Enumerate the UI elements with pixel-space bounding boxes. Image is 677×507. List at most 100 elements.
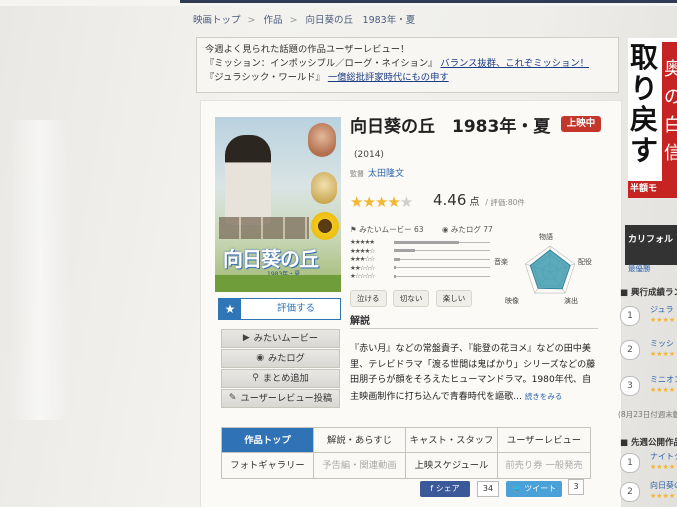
want-count[interactable]: ⚑ みたいムービー 63 <box>350 225 432 234</box>
ranking-item[interactable]: 2 ミッシ イショ ★★★★ <box>620 334 677 364</box>
distribution-bar-fill <box>394 274 396 278</box>
poster-figure-girl <box>225 135 271 225</box>
breadcrumb-movies-top[interactable]: 映画トップ <box>193 15 241 26</box>
tag-crying[interactable]: 泣ける <box>350 290 387 307</box>
sidebar-ad-banner[interactable]: 取り戻す 奥の白信 半額モ <box>628 38 677 198</box>
watched-log-button[interactable]: ◉ みたログ <box>221 349 340 368</box>
radar-label-music: 音楽 <box>494 258 508 266</box>
ranking-item[interactable]: 1 ジュラ ★★★★ <box>620 300 677 330</box>
distribution-row: ★★☆☆☆ <box>350 264 490 273</box>
rate-button[interactable]: ★ 評価する <box>218 298 341 320</box>
breadcrumb-works[interactable]: 作品 <box>264 15 283 26</box>
distribution-row: ★★★★★ <box>350 238 490 247</box>
tag-fun[interactable]: 楽しい <box>435 290 473 307</box>
watched-log-label: みたログ <box>268 353 305 364</box>
ad-headline: 取り戻す <box>630 41 659 167</box>
mood-tags: 泣ける 切ない 楽しい <box>350 290 476 307</box>
notice-title-2: 『ジュラシック・ワールド』 <box>205 72 325 83</box>
distribution-bar-track <box>394 266 490 270</box>
distribution-stars: ★★☆☆☆ <box>350 263 375 272</box>
radar-label-story: 物語 <box>539 233 553 241</box>
ranking-title: ミニオン <box>650 375 677 384</box>
pencil-icon: ✎ <box>228 393 237 403</box>
director-label: 監督 <box>350 170 364 178</box>
distribution-stars: ★★★★☆ <box>350 246 375 255</box>
ranking-item[interactable]: 3 ミニオン ★★★★ <box>620 370 677 400</box>
want-to-watch-label: みたいムービー <box>253 333 319 344</box>
facebook-share-label: シェア <box>435 484 460 493</box>
movie-poster[interactable]: 向日葵の丘 1983年・夏 <box>215 117 341 292</box>
status-badge: 上映中 <box>561 116 601 132</box>
ad-band: 半額モ <box>628 181 677 198</box>
sidebar-ad-secondary[interactable]: カリフォル <box>625 225 677 265</box>
breadcrumb: 映画トップ > 作品 > 向日葵の丘 1983年・夏 <box>193 15 416 26</box>
activity-counts: ⚑ みたいムービー 63 ◉ みたログ 77 <box>350 224 509 235</box>
director-link[interactable]: 太田隆文 <box>368 169 404 179</box>
preview-stars: ★★★★ <box>650 463 676 471</box>
poster-ribbon <box>215 275 341 292</box>
tab-trailers[interactable]: 予告編・関連動画 <box>314 453 406 478</box>
notice-heading: 今週よく見られた話題の作品ユーザーレビュー！ <box>205 44 410 55</box>
add-to-collection-button[interactable]: ⚲ まとめ追加 <box>221 369 340 388</box>
box-office-ranking-heading: ■ 興行成績ラン <box>620 286 677 298</box>
ranking-stars: ★★★★ <box>650 386 676 394</box>
top-nav-bar <box>0 0 677 6</box>
tab-synopsis[interactable]: 解説・あらすじ <box>314 428 406 453</box>
distribution-row: ★★★★☆ <box>350 247 490 256</box>
preview-number: 2 <box>620 482 640 502</box>
movie-title-text: 向日葵の丘 1983年・夏 <box>350 117 551 137</box>
notice-review-link-2[interactable]: 一億総批評家時代にもの申す <box>328 72 449 83</box>
tag-sad[interactable]: 切ない <box>392 290 430 307</box>
breadcrumb-current: 向日葵の丘 1983年・夏 <box>305 15 416 26</box>
facebook-share-count: 34 <box>477 481 499 497</box>
distribution-bar-track <box>394 274 490 278</box>
rating-value: 4.46 <box>433 191 467 209</box>
distribution-stars: ★☆☆☆☆ <box>350 272 375 281</box>
tab-schedule[interactable]: 上映スケジュール <box>406 453 498 478</box>
distribution-bar-track <box>394 257 490 261</box>
twitter-bird-icon: 🐦 <box>511 484 522 493</box>
distribution-stars: ★★★★★ <box>350 238 375 247</box>
tab-movie-top[interactable]: 作品トップ <box>222 428 314 453</box>
tab-user-reviews[interactable]: ユーザーレビュー <box>498 428 590 453</box>
radar-label-cast: 配役 <box>578 258 592 266</box>
distribution-bar-fill <box>394 240 460 244</box>
eye-icon: ◉ <box>256 353 265 363</box>
rating-distribution: ★★★★★ ★★★★☆ ★★★☆☆ ★★☆☆☆ ★☆☆☆☆ <box>350 238 490 281</box>
tab-cast-staff[interactable]: キャスト・スタッフ <box>406 428 498 453</box>
browser-viewport: 映画トップ > 作品 > 向日葵の丘 1983年・夏 今週よく見られた話題の作品ユー… <box>0 0 677 507</box>
preview-item[interactable]: 2 向日葵の丘 ★★★★ <box>620 476 677 506</box>
ranking-number: 1 <box>620 306 640 326</box>
star-icon: ★ <box>219 299 241 319</box>
poster-figure-woman-2 <box>311 172 337 204</box>
rating-count: / 評価:80件 <box>485 198 525 207</box>
tab-advance-tickets[interactable]: 前売り券 一般発売 <box>498 453 590 478</box>
post-review-button[interactable]: ✎ ユーザーレビュー投稿 <box>221 389 340 408</box>
director-line: 監督 太田隆文 <box>350 166 404 179</box>
want-to-watch-button[interactable]: ▶ みたいムービー <box>221 329 340 348</box>
twitter-tweet-count: 3 <box>568 479 584 495</box>
poster-logo: 向日葵の丘 <box>223 247 319 271</box>
distribution-bar-track <box>394 240 490 244</box>
ad-red-panel: 奥の白信 <box>662 42 677 182</box>
notice-review-link-1[interactable]: バランス抜群、これぞミッション！ <box>440 58 589 69</box>
poster-sunflower <box>311 212 339 240</box>
post-review-label: ユーザーレビュー投稿 <box>240 393 333 404</box>
radar-label-direction: 演出 <box>564 297 578 305</box>
sidebar-ad-link[interactable]: 最優勝 <box>628 263 651 274</box>
preview-stars: ★★★★ <box>650 492 676 500</box>
read-more-link[interactable]: 続きをみる <box>525 392 563 401</box>
facebook-share-button[interactable]: f シェア <box>420 481 470 497</box>
radar-label-visuals: 映像 <box>505 297 519 305</box>
screen-glare <box>10 120 70 420</box>
preview-item[interactable]: 1 ナイトクロ ★★★★ <box>620 447 677 477</box>
action-list: ▶ みたいムービー ◉ みたログ ⚲ まとめ追加 ✎ ユーザーレビュー投稿 <box>221 329 340 409</box>
trending-reviews-notice: 今週よく見られた話題の作品ユーザーレビュー！ 『ミッション：インポッシブル／ロー… <box>196 37 619 93</box>
seen-count[interactable]: ◉ みたログ 77 <box>442 225 501 234</box>
ad-red-text: 奥の白信 <box>664 59 677 164</box>
facebook-icon: f <box>430 484 434 493</box>
twitter-tweet-button[interactable]: 🐦 ツイート <box>506 481 562 497</box>
tab-photo-gallery[interactable]: フォトギャラリー <box>222 453 314 478</box>
ranking-number: 3 <box>620 376 640 396</box>
twitter-tweet-label: ツイート <box>524 484 557 493</box>
